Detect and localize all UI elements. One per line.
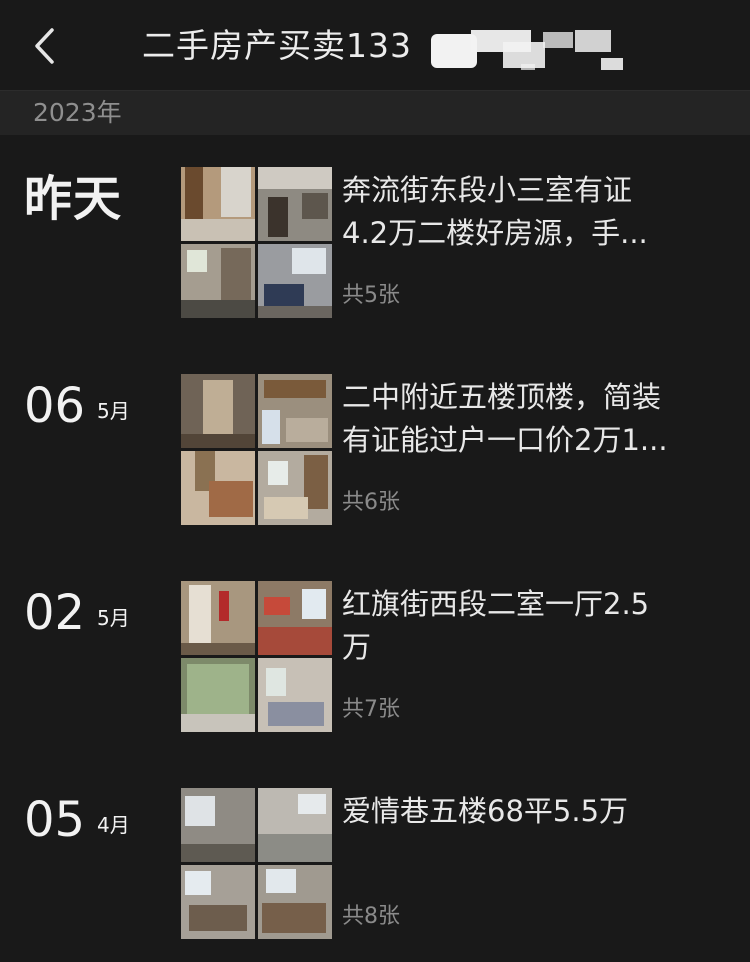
post-text-line: 红旗街西段二室一厅2.5 [342,587,650,621]
photo-grid[interactable] [181,581,333,733]
photo-thumbnail[interactable] [181,788,255,862]
post-text-line: 有证能过户一口价2万1... [342,423,668,457]
photo-count: 共6张 [342,490,400,515]
date-month: 4月 [97,813,130,837]
photo-grid[interactable] [181,374,333,526]
photo-thumbnail[interactable] [181,581,255,655]
photo-thumbnail[interactable] [258,865,332,939]
photo-thumbnail[interactable] [258,244,332,318]
date-label: 昨天 [24,171,123,227]
post-text-line: 4.2万二楼好房源，手... [342,216,648,250]
photo-count: 共5张 [342,283,400,308]
photo-count: 共7张 [342,697,400,722]
moment-item[interactable]: 昨天 奔流街东段小三室有证 4.2万二楼好房源，手... 共5张 [0,167,750,347]
chevron-left-icon [22,22,70,70]
photo-thumbnail[interactable] [258,451,332,525]
photo-thumbnail[interactable] [181,244,255,318]
photo-thumbnail[interactable] [258,788,332,862]
post-text-line: 爱情巷五楼68平5.5万 [342,794,629,828]
year-header: 2023年 [0,90,750,135]
photo-thumbnail[interactable] [181,374,255,448]
moment-item[interactable]: 02 5月 红旗街西段二室一厅2.5 万 共7张 [0,581,750,761]
post-text[interactable]: 爱情巷五楼68平5.5万 [342,790,737,833]
moments-album-page: 二手房产买卖133 2023年 昨天 奔流街东段小三室有证 4.2万二楼好房源，… [0,0,750,962]
post-text[interactable]: 二中附近五楼顶楼，简装 有证能过户一口价2万1... [342,376,737,462]
photo-thumbnail[interactable] [258,374,332,448]
photo-thumbnail[interactable] [258,581,332,655]
year-label: 2023年 [33,98,122,127]
moment-item[interactable]: 05 4月 爱情巷五楼68平5.5万 共8张 [0,788,750,962]
photo-grid[interactable] [181,167,333,319]
navigation-bar: 二手房产买卖133 [0,0,750,90]
date-day: 06 [24,378,86,434]
post-text-line: 万 [342,630,372,664]
photo-thumbnail[interactable] [181,167,255,241]
photo-grid[interactable] [181,788,333,940]
back-button[interactable] [22,22,70,70]
photo-count: 共8张 [342,904,400,929]
redaction-mask [425,28,660,78]
photo-thumbnail[interactable] [181,865,255,939]
photo-thumbnail[interactable] [181,658,255,732]
page-title: 二手房产买卖133 [142,26,412,65]
date-day: 02 [24,585,86,641]
photo-thumbnail[interactable] [181,451,255,525]
post-text[interactable]: 奔流街东段小三室有证 4.2万二楼好房源，手... [342,169,737,255]
photo-thumbnail[interactable] [258,658,332,732]
moment-item[interactable]: 06 5月 二中附近五楼顶楼，简装 有证能过户一口价2万1... 共6张 [0,374,750,554]
date-month: 5月 [97,606,130,630]
post-text-line: 二中附近五楼顶楼，简装 [342,380,662,414]
post-text[interactable]: 红旗街西段二室一厅2.5 万 [342,583,737,669]
photo-thumbnail[interactable] [258,167,332,241]
date-day: 05 [24,792,86,848]
post-text-line: 奔流街东段小三室有证 [342,173,633,207]
date-month: 5月 [97,399,130,423]
